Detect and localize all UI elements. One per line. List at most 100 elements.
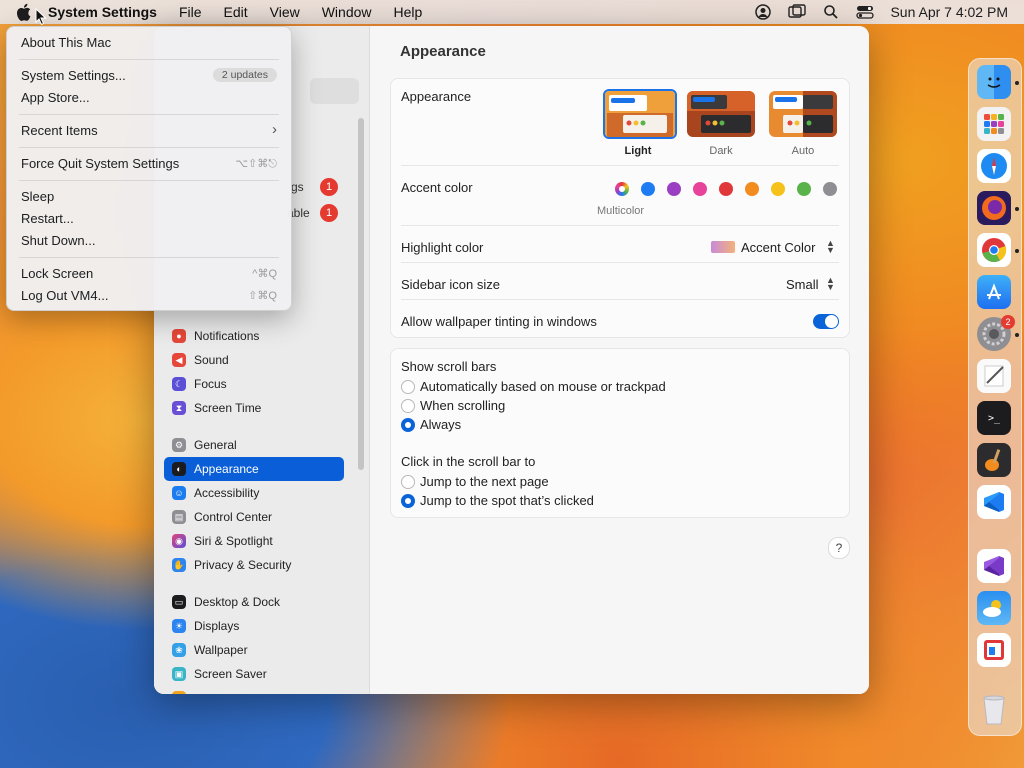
sidebar-icon-size-select[interactable]: Small: [786, 277, 819, 292]
garageband-icon[interactable]: [977, 443, 1011, 477]
menu-item-about[interactable]: About This Mac: [21, 35, 111, 50]
visual-studio-icon[interactable]: [977, 549, 1011, 583]
textedit-icon[interactable]: [977, 359, 1011, 393]
focus-moon-icon: ☾: [172, 377, 186, 391]
sidebar-item-siri-spotlight[interactable]: ◉ Siri & Spotlight: [164, 529, 344, 553]
sidebar-item-general[interactable]: ⚙ General: [164, 433, 344, 457]
safari-icon[interactable]: [977, 149, 1011, 183]
updates-badge: 2 updates: [212, 68, 277, 82]
accent-color-label: Accent color: [401, 180, 473, 195]
sidebar-item-label: Sound: [194, 353, 229, 367]
scroll-auto-radio[interactable]: [401, 380, 415, 394]
wallpaper-tinting-toggle[interactable]: [813, 314, 839, 329]
sidebar-item-partial[interactable]: [164, 686, 344, 694]
dark-preview-icon: [687, 91, 755, 137]
apple-logo-icon[interactable]: [16, 3, 34, 21]
click-scroll-bar-label: Click in the scroll bar to: [401, 454, 536, 469]
sidebar-item-label: Siri & Spotlight: [194, 534, 273, 548]
search-icon[interactable]: [822, 3, 840, 21]
accent-blue-swatch[interactable]: [641, 182, 655, 196]
sidebar-item-screen-saver[interactable]: ▣ Screen Saver: [164, 662, 344, 686]
accent-multicolor-swatch[interactable]: [615, 182, 629, 196]
finder-icon[interactable]: [977, 65, 1011, 99]
sidebar-item-privacy-security[interactable]: ✋ Privacy & Security: [164, 553, 344, 577]
terminal-icon[interactable]: >_: [977, 401, 1011, 435]
scroll-always-label[interactable]: Always: [420, 417, 461, 432]
sidebar-item-focus[interactable]: ☾ Focus: [164, 372, 344, 396]
sidebar-item-appearance[interactable]: ◐ Appearance: [164, 457, 344, 481]
displays-icon: ☀: [172, 619, 186, 633]
sound-icon: ◀: [172, 353, 186, 367]
screen-mirroring-icon[interactable]: [788, 3, 807, 21]
menu-clock[interactable]: Sun Apr 7 4:02 PM: [890, 4, 1008, 20]
sidebar-item-displays[interactable]: ☀ Displays: [164, 614, 344, 638]
sidebar-item-control-center[interactable]: ▤ Control Center: [164, 505, 344, 529]
accent-pink-swatch[interactable]: [693, 182, 707, 196]
menu-view[interactable]: View: [270, 4, 300, 20]
click-spot-radio[interactable]: [401, 494, 415, 508]
user-account-icon[interactable]: [754, 3, 772, 21]
highlight-color-select[interactable]: Accent Color: [741, 240, 815, 255]
accent-red-swatch[interactable]: [719, 182, 733, 196]
parallels-icon[interactable]: [977, 633, 1011, 667]
appearance-dark-option[interactable]: [687, 91, 755, 137]
highlight-color-label: Highlight color: [401, 240, 484, 255]
menu-item-force-quit[interactable]: Force Quit System Settings: [21, 156, 179, 171]
scroll-auto-label[interactable]: Automatically based on mouse or trackpad: [420, 379, 666, 394]
menu-item-app-store[interactable]: App Store...: [21, 90, 90, 105]
menu-item-lock-screen[interactable]: Lock Screen: [21, 266, 93, 281]
menu-app-name[interactable]: System Settings: [48, 4, 157, 20]
scroll-when-scrolling-radio[interactable]: [401, 399, 415, 413]
menu-item-shut-down[interactable]: Shut Down...: [21, 233, 95, 248]
sidebar-scrollbar[interactable]: [358, 118, 364, 470]
accent-purple-swatch[interactable]: [667, 182, 681, 196]
sidebar-item-desktop-dock[interactable]: ▭ Desktop & Dock: [164, 590, 344, 614]
settings-dock-badge: 2: [1001, 315, 1015, 329]
menu-item-recent-items[interactable]: Recent Items: [21, 123, 98, 138]
accent-orange-swatch[interactable]: [745, 182, 759, 196]
sidebar-search-field[interactable]: [310, 78, 359, 104]
sidebar-item-accessibility[interactable]: ☺ Accessibility: [164, 481, 344, 505]
click-spot-label[interactable]: Jump to the spot that’s clicked: [420, 493, 594, 508]
accent-yellow-swatch[interactable]: [771, 182, 785, 196]
notifications-icon: ●: [172, 329, 186, 343]
vscode-icon[interactable]: [977, 485, 1011, 519]
menu-window[interactable]: Window: [322, 4, 372, 20]
sidebar-item-label: Accessibility: [194, 486, 260, 500]
firefox-icon[interactable]: [977, 191, 1011, 225]
click-next-page-radio[interactable]: [401, 475, 415, 489]
help-button[interactable]: ?: [828, 537, 850, 559]
menu-item-sleep[interactable]: Sleep: [21, 189, 54, 204]
launchpad-icon[interactable]: [977, 107, 1011, 141]
appearance-light-option[interactable]: [603, 89, 677, 139]
sidebar-icon-stepper-icon[interactable]: ▲ ▼: [826, 276, 835, 292]
menu-help[interactable]: Help: [394, 4, 423, 20]
screen-time-icon: ⧗: [172, 401, 186, 415]
menu-item-restart[interactable]: Restart...: [21, 211, 74, 226]
weather-icon[interactable]: [977, 591, 1011, 625]
sidebar-item-notifications[interactable]: ● Notifications: [164, 324, 344, 348]
scroll-always-radio[interactable]: [401, 418, 415, 432]
menu-file[interactable]: File: [179, 4, 202, 20]
control-center-icon[interactable]: [856, 3, 875, 21]
appearance-auto-option[interactable]: [769, 91, 837, 137]
menu-separator: [19, 257, 279, 258]
chrome-icon[interactable]: [977, 233, 1011, 267]
apple-menu: About This Mac System Settings... 2 upda…: [6, 26, 292, 311]
accent-green-swatch[interactable]: [797, 182, 811, 196]
accent-graphite-swatch[interactable]: [823, 182, 837, 196]
trash-icon[interactable]: [977, 693, 1011, 727]
click-next-page-label[interactable]: Jump to the next page: [420, 474, 549, 489]
sidebar-item-screen-time[interactable]: ⧗ Screen Time: [164, 396, 344, 420]
menu-edit[interactable]: Edit: [224, 4, 248, 20]
app-store-icon[interactable]: [977, 275, 1011, 309]
menu-item-system-settings[interactable]: System Settings...: [21, 68, 126, 83]
sidebar-item-sound[interactable]: ◀ Sound: [164, 348, 344, 372]
highlight-stepper-icon[interactable]: ▲ ▼: [826, 239, 835, 255]
sidebar-item-wallpaper[interactable]: ❀ Wallpaper: [164, 638, 344, 662]
running-indicator: [1015, 207, 1019, 211]
divider: [401, 225, 839, 226]
scroll-when-scrolling-label[interactable]: When scrolling: [420, 398, 505, 413]
sidebar-item-label: Screen Time: [194, 401, 262, 415]
menu-item-log-out[interactable]: Log Out VM4...: [21, 288, 108, 303]
